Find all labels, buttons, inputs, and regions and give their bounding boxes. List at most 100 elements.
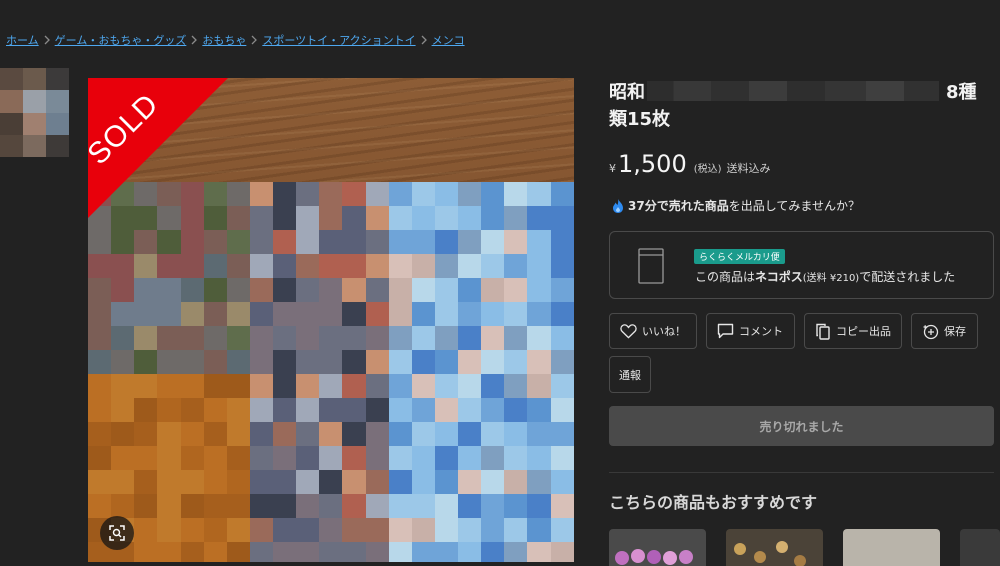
mosaic-cell xyxy=(226,422,250,446)
mosaic-cell xyxy=(504,350,528,374)
mosaic-cell xyxy=(411,518,435,542)
mosaic-cell xyxy=(319,446,343,470)
mosaic-cell xyxy=(296,374,320,398)
mosaic-cell xyxy=(434,542,458,562)
mosaic-cell xyxy=(203,230,227,254)
mosaic-cell xyxy=(527,518,551,542)
mosaic-cell xyxy=(249,302,273,326)
mosaic-cell xyxy=(365,398,389,422)
mosaic-cell xyxy=(458,374,482,398)
mosaic-cell xyxy=(504,518,528,542)
mosaic-cell xyxy=(249,230,273,254)
mosaic-cell xyxy=(434,518,458,542)
mosaic-cell xyxy=(157,230,181,254)
mosaic-cell xyxy=(550,470,574,494)
like-label: いいね！ xyxy=(642,325,686,338)
like-button[interactable]: いいね！ xyxy=(609,313,697,349)
mosaic-cell xyxy=(342,278,366,302)
mosaic-cell xyxy=(365,302,389,326)
breadcrumb-home[interactable]: ホーム xyxy=(6,32,39,48)
copy-listing-button[interactable]: コピー出品 xyxy=(804,313,902,349)
mosaic-cell xyxy=(319,398,343,422)
mosaic-cell xyxy=(296,422,320,446)
mosaic-cell xyxy=(550,374,574,398)
mosaic-cell xyxy=(249,254,273,278)
mosaic-cell xyxy=(88,254,112,278)
mosaic-cell xyxy=(481,182,505,206)
thumbnail-cell xyxy=(46,90,69,113)
shipping-fee: (送料 ¥210) xyxy=(802,273,860,284)
mosaic-cell xyxy=(203,518,227,542)
mosaic-cell xyxy=(388,446,412,470)
mosaic-cell xyxy=(157,470,181,494)
mosaic-cell xyxy=(203,422,227,446)
mosaic-cell xyxy=(319,278,343,302)
thumbnail-cell xyxy=(0,68,23,91)
mosaic-cell xyxy=(411,446,435,470)
save-button[interactable]: 保存 xyxy=(911,313,978,349)
mosaic-cell xyxy=(88,302,112,326)
mosaic-cell xyxy=(411,278,435,302)
product-photo[interactable]: SOLD xyxy=(88,78,574,562)
mosaic-cell xyxy=(481,518,505,542)
zoom-button[interactable] xyxy=(100,516,134,550)
mosaic-cell xyxy=(527,206,551,230)
mosaic-cell xyxy=(365,494,389,518)
item-image-detail xyxy=(631,549,645,563)
breadcrumb-menko[interactable]: メンコ xyxy=(432,32,465,48)
mosaic-cell xyxy=(527,350,551,374)
breadcrumb-sports-action-toys[interactable]: スポーツトイ・アクショントイ xyxy=(262,32,415,48)
mosaic-cell xyxy=(550,206,574,230)
mosaic-cell xyxy=(388,542,412,562)
mosaic-cell xyxy=(296,230,320,254)
mosaic-cell xyxy=(550,398,574,422)
mosaic-cell xyxy=(249,278,273,302)
mosaic-cell xyxy=(273,182,297,206)
mosaic-cell xyxy=(458,278,482,302)
mosaic-cell xyxy=(388,302,412,326)
mosaic-cell xyxy=(88,446,112,470)
product-thumbnail[interactable] xyxy=(0,68,69,157)
price: ¥ 1,500 (税込) 送料込み xyxy=(609,150,771,178)
mosaic-cell xyxy=(434,326,458,350)
mosaic-cell xyxy=(134,302,158,326)
recommend-item[interactable] xyxy=(960,529,1000,566)
item-image-detail xyxy=(754,551,766,563)
mosaic-cell xyxy=(296,470,320,494)
recommend-item[interactable] xyxy=(843,529,940,566)
report-button[interactable]: 通報 xyxy=(609,356,651,393)
mosaic-cell xyxy=(180,302,204,326)
mosaic-cell xyxy=(111,470,135,494)
mosaic-cell xyxy=(226,494,250,518)
mosaic-cell xyxy=(527,446,551,470)
mosaic-cell xyxy=(111,446,135,470)
mosaic-cell xyxy=(504,494,528,518)
mosaic-cell xyxy=(180,254,204,278)
mosaic-cell xyxy=(249,206,273,230)
mosaic-cell xyxy=(157,350,181,374)
comment-label: コメント xyxy=(739,325,783,338)
mosaic-cell xyxy=(226,230,250,254)
add-to-collection-icon xyxy=(923,324,939,339)
mosaic-cell xyxy=(504,446,528,470)
mosaic-cell xyxy=(226,350,250,374)
mosaic-cell xyxy=(550,230,574,254)
mosaic-cell xyxy=(226,374,250,398)
mosaic-cell xyxy=(388,278,412,302)
sell-promo[interactable]: 37分で売れた商品 を出品してみませんか？ xyxy=(611,197,860,214)
mosaic-cell xyxy=(365,230,389,254)
mosaic-cell xyxy=(365,326,389,350)
breadcrumb-games-toys-goods[interactable]: ゲーム・おもちゃ・グッズ xyxy=(55,32,187,48)
mosaic-cell xyxy=(134,230,158,254)
mosaic-cell xyxy=(458,446,482,470)
recommend-item[interactable] xyxy=(726,529,823,566)
mosaic-cell xyxy=(157,302,181,326)
breadcrumb-toys[interactable]: おもちゃ xyxy=(202,32,246,48)
mosaic-cell xyxy=(434,254,458,278)
recommend-item[interactable] xyxy=(609,529,706,566)
comment-button[interactable]: コメント xyxy=(706,313,795,349)
mosaic-cell xyxy=(365,206,389,230)
mosaic-cell xyxy=(203,278,227,302)
mosaic-cell xyxy=(296,182,320,206)
mosaic-cell xyxy=(88,374,112,398)
